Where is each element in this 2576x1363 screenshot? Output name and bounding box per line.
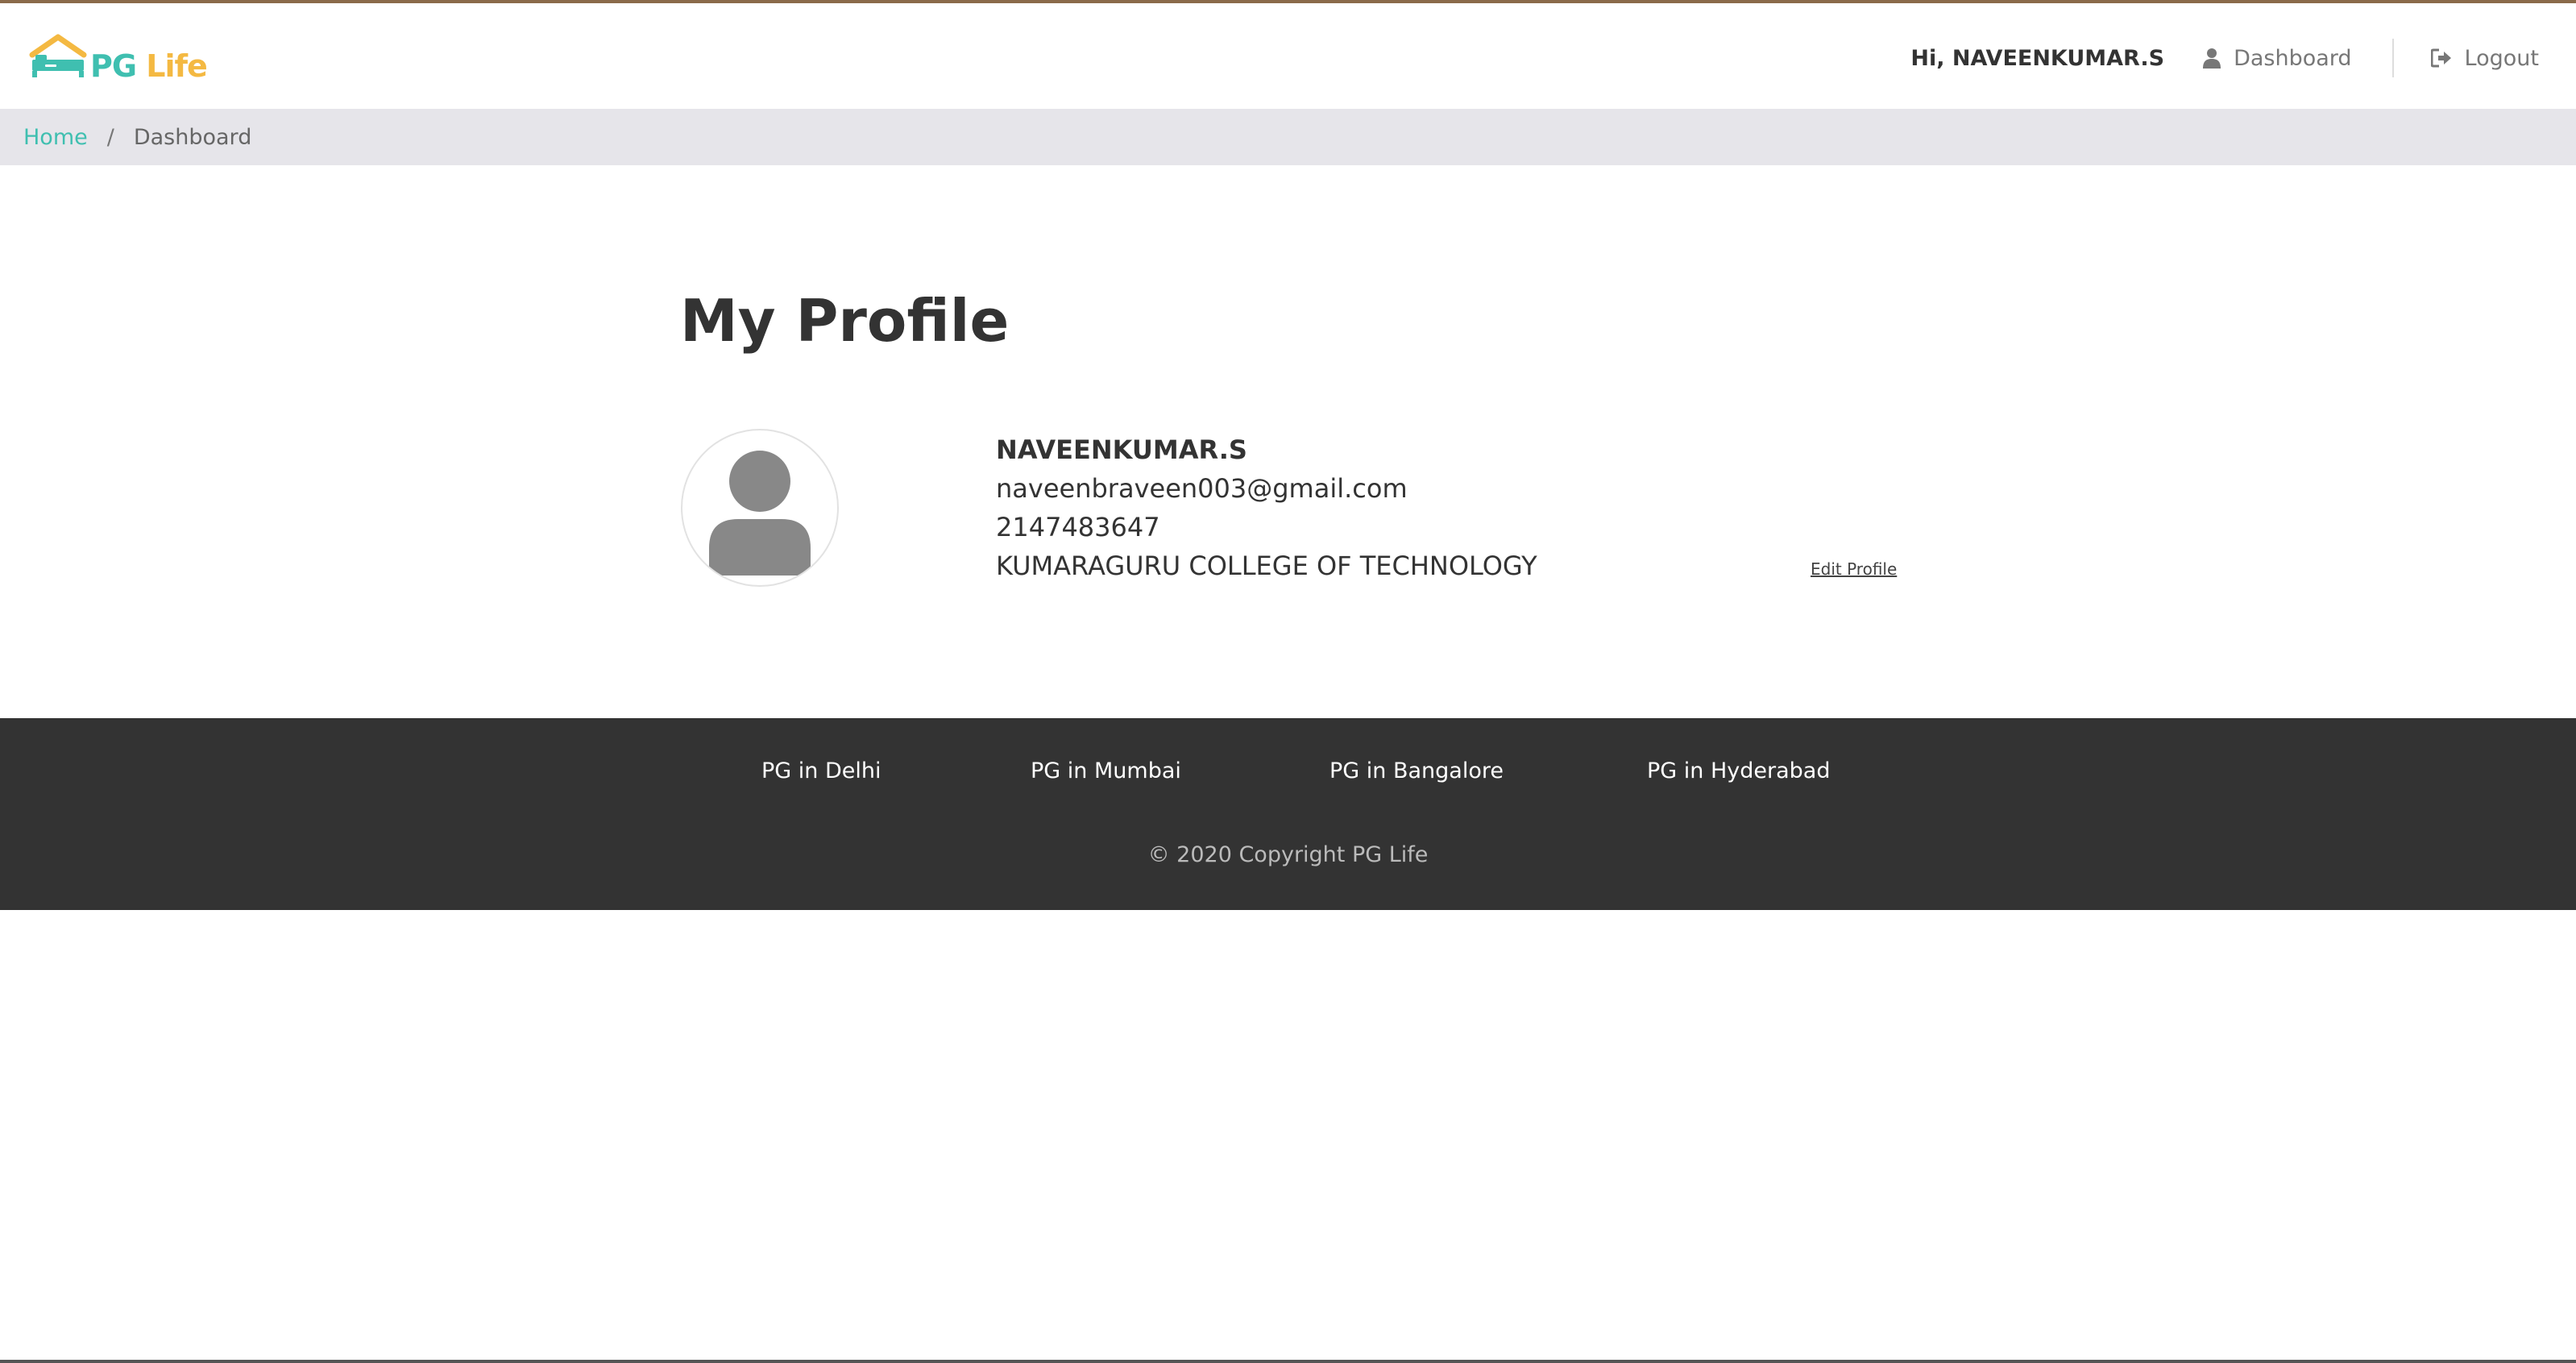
logo-text-pg: PG (90, 48, 137, 84)
profile-name: NAVEENKUMAR.S (996, 434, 1247, 465)
house-bed-icon (29, 34, 87, 77)
footer-link-hyderabad[interactable]: PG in Hyderabad (1647, 758, 1830, 783)
sign-out-icon (2430, 48, 2452, 68)
footer-copyright: © 2020 Copyright PG Life (1147, 842, 1429, 867)
dashboard-link[interactable]: Dashboard (2203, 45, 2352, 71)
logout-link[interactable]: Logout (2430, 45, 2539, 71)
profile-college: KUMARAGURU COLLEGE OF TECHNOLOGY (996, 551, 1537, 581)
page-title: My Profile (680, 287, 1010, 355)
breadcrumb-separator: / (106, 124, 114, 150)
avatar (681, 429, 839, 587)
site-footer: PG in Delhi PG in Mumbai PG in Bangalore… (0, 718, 2576, 910)
profile-phone: 2147483647 (996, 512, 1160, 542)
site-logo[interactable]: PG Life (29, 34, 208, 85)
breadcrumb: Home / Dashboard (0, 109, 2576, 165)
profile-email: naveenbraveen003@gmail.com (996, 473, 1408, 504)
breadcrumb-current: Dashboard (133, 124, 252, 150)
profile-details: NAVEENKUMAR.S naveenbraveen003@gmail.com… (996, 430, 1537, 585)
logout-label: Logout (2464, 45, 2539, 71)
user-icon (2203, 48, 2221, 69)
breadcrumb-home-link[interactable]: Home (23, 125, 88, 150)
footer-link-mumbai[interactable]: PG in Mumbai (1031, 758, 1181, 783)
edit-profile-link[interactable]: Edit Profile (1811, 559, 1897, 579)
logo-text: PG Life (90, 48, 208, 84)
nav-divider (2391, 39, 2394, 77)
logo-text-life: Life (146, 48, 208, 84)
top-nav: Hi, NAVEENKUMAR.S Dashboard Logout (1910, 35, 2539, 81)
footer-link-delhi[interactable]: PG in Delhi (761, 758, 881, 783)
user-avatar-icon (709, 451, 811, 576)
footer-link-bangalore[interactable]: PG in Bangalore (1329, 758, 1504, 783)
site-header: PG Life Hi, NAVEENKUMAR.S Dashboard Logo… (0, 3, 2576, 109)
bottom-edge-line (0, 1360, 2576, 1363)
dashboard-label: Dashboard (2234, 45, 2352, 71)
user-greeting: Hi, NAVEENKUMAR.S (1910, 45, 2165, 71)
